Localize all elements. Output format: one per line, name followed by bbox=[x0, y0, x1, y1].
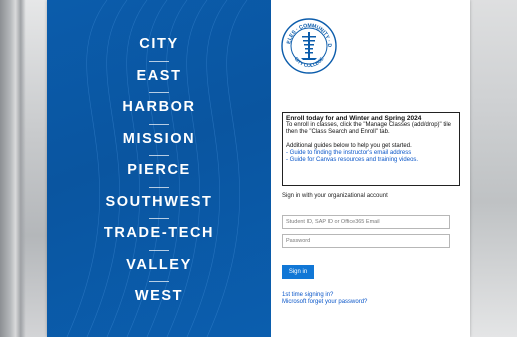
college-city: CITY bbox=[139, 36, 179, 52]
login-panel: CITY EAST HARBOR MISSION PIERCE SOUTHWES… bbox=[47, 0, 470, 337]
notice-instructions: To enroll in classes, click the "Manage … bbox=[286, 122, 451, 136]
guide-canvas-resources-link[interactable]: - Guide for Canvas resources and trainin… bbox=[286, 157, 456, 164]
username-input[interactable] bbox=[282, 215, 450, 229]
college-seal-logo: LOS ANGELES · COMMUNITY · DISTRICT CITY … bbox=[281, 18, 337, 74]
college-east: EAST bbox=[47, 60, 271, 100]
sign-in-button[interactable]: Sign in bbox=[282, 265, 314, 279]
college-list: CITY EAST HARBOR MISSION PIERCE SOUTHWES… bbox=[47, 36, 271, 320]
college-harbor: HARBOR bbox=[47, 92, 271, 131]
college-west: WEST bbox=[47, 281, 271, 320]
college-list-panel: CITY EAST HARBOR MISSION PIERCE SOUTHWES… bbox=[47, 0, 271, 337]
college-pierce: PIERCE bbox=[47, 155, 271, 194]
college-valley: VALLEY bbox=[47, 249, 271, 289]
college-mission: MISSION bbox=[47, 123, 271, 163]
college-southwest: SOUTHWEST bbox=[47, 186, 271, 226]
signin-panel: LOS ANGELES · COMMUNITY · DISTRICT CITY … bbox=[271, 0, 470, 337]
enrollment-notice: Enroll today for and Winter and Spring 2… bbox=[282, 112, 460, 186]
first-time-signin-link[interactable]: 1st time signing in? bbox=[282, 292, 333, 298]
notice-guides-intro: Additional guides below to help you get … bbox=[286, 142, 412, 149]
college-trade-tech: TRADE-TECH bbox=[47, 218, 271, 257]
forgot-password-link[interactable]: Microsoft forget your password? bbox=[282, 299, 367, 305]
signin-label: Sign in with your organizational account bbox=[282, 193, 388, 199]
notice-title: Enroll today for and Winter and Spring 2… bbox=[286, 115, 422, 122]
password-input[interactable] bbox=[282, 234, 450, 248]
guide-instructor-email-link[interactable]: - Guide to finding the instructor's emai… bbox=[286, 150, 456, 157]
